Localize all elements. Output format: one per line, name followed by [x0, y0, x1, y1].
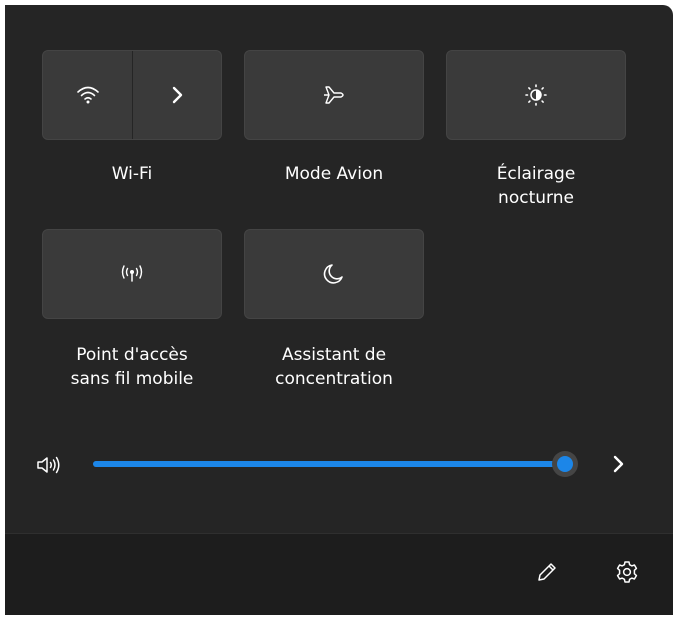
settings-button[interactable] [615, 560, 639, 588]
night-light-tile[interactable] [446, 50, 626, 140]
volume-slider-fill [93, 461, 565, 467]
mobile-hotspot-tile[interactable] [42, 229, 222, 319]
volume-mute-button[interactable] [35, 455, 65, 479]
wifi-toggle-button[interactable] [43, 51, 133, 139]
mobile-hotspot-label-line1: Point d'accès [76, 345, 188, 365]
focus-assist-label-line2: concentration [275, 369, 393, 389]
pencil-icon [538, 563, 556, 581]
speaker-icon [37, 456, 60, 474]
night-light-label-line1: Éclairage [496, 164, 576, 184]
moon-icon [323, 264, 343, 284]
hotspot-icon [121, 265, 143, 282]
wifi-tile[interactable] [42, 50, 222, 140]
quick-settings-footer [5, 533, 673, 615]
audio-output-expand-button[interactable] [611, 454, 625, 478]
chevron-right-icon [172, 86, 183, 104]
volume-slider-thumb-dot [557, 456, 573, 472]
mobile-hotspot-label: Point d'accès sans fil mobile [32, 343, 232, 391]
volume-slider[interactable] [93, 451, 578, 477]
quick-settings-panel: Wi-Fi Mode Avion Éclairage nocturne Poin… [5, 5, 673, 615]
airplane-mode-tile[interactable] [244, 50, 424, 140]
chevron-right-icon [613, 455, 624, 473]
night-light-label-line2: nocturne [498, 188, 574, 208]
gear-icon [616, 561, 638, 583]
mobile-hotspot-label-line2: sans fil mobile [70, 369, 194, 389]
focus-assist-tile[interactable] [244, 229, 424, 319]
wifi-icon [76, 86, 99, 104]
edit-quick-settings-button[interactable] [535, 560, 557, 588]
wifi-label: Wi-Fi [111, 164, 153, 184]
wifi-expand-button[interactable] [133, 51, 221, 139]
brightness-icon [525, 84, 547, 106]
focus-assist-label: Assistant de concentration [234, 343, 434, 391]
focus-assist-label-line1: Assistant de [281, 345, 387, 365]
night-light-label: Éclairage nocturne [436, 162, 636, 210]
volume-slider-thumb[interactable] [552, 451, 578, 477]
airplane-mode-label: Mode Avion [284, 164, 384, 184]
airplane-icon [324, 86, 344, 104]
